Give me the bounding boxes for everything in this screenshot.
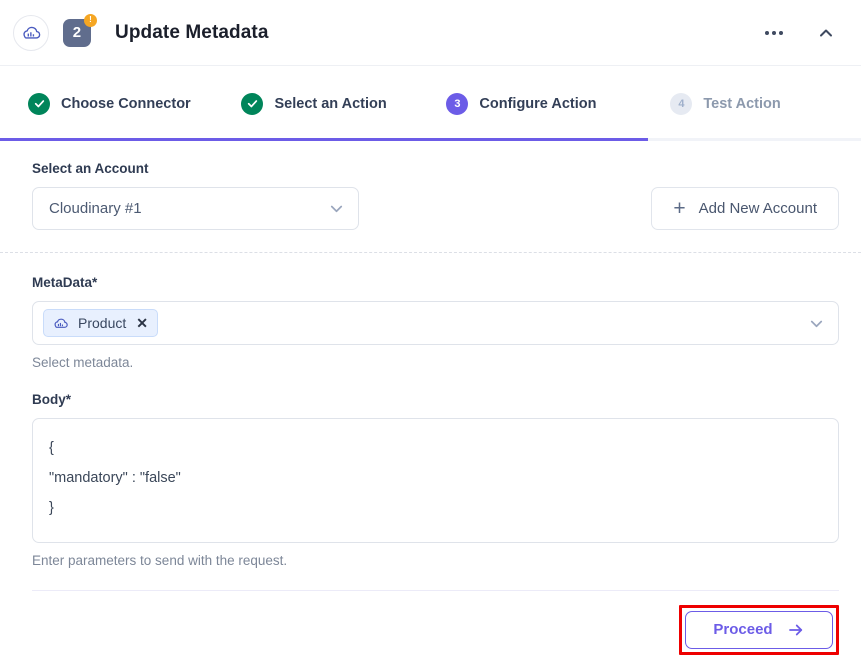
step-3-number: 3 bbox=[446, 92, 469, 115]
body-help-text: Enter parameters to send with the reques… bbox=[32, 553, 288, 568]
proceed-highlight-box: Proceed bbox=[679, 604, 839, 655]
body-label: Body* bbox=[32, 392, 72, 407]
app-header: 2 ! Update Metadata bbox=[0, 0, 861, 66]
cloudinary-cloud-icon bbox=[13, 14, 49, 51]
step-badge-wrapper: 2 ! bbox=[63, 13, 97, 47]
step-2-status-icon bbox=[241, 92, 264, 115]
page-title: Update Metadata bbox=[115, 21, 269, 43]
form-footer: Proceed bbox=[0, 591, 861, 658]
metadata-chip-label: Product bbox=[78, 315, 127, 331]
account-selected-value: Cloudinary #1 bbox=[49, 200, 142, 217]
account-field-group: Select an Account Cloudinary #1 bbox=[32, 161, 359, 230]
arrow-right-icon bbox=[787, 621, 805, 639]
info-badge-icon: ! bbox=[84, 13, 97, 27]
body-field-group: Body* { "mandatory" : "false" } Enter pa… bbox=[32, 392, 839, 568]
cloudinary-cloud-icon bbox=[52, 315, 69, 332]
step-select-an-action[interactable]: Select an Action bbox=[241, 92, 446, 115]
metadata-multiselect[interactable]: Product ✕ bbox=[32, 301, 839, 345]
add-new-account-label: Add New Account bbox=[698, 200, 817, 217]
proceed-label: Proceed bbox=[713, 621, 773, 638]
step-2-label: Select an Action bbox=[274, 95, 387, 112]
step-1-label: Choose Connector bbox=[61, 95, 191, 112]
account-section: Select an Account Cloudinary #1 + Add Ne… bbox=[0, 141, 861, 252]
header-actions bbox=[761, 20, 839, 46]
metadata-chip-product[interactable]: Product ✕ bbox=[43, 309, 158, 337]
plus-icon: + bbox=[673, 197, 686, 220]
account-select[interactable]: Cloudinary #1 bbox=[32, 187, 359, 230]
metadata-field-group: MetaData* Product ✕ Select metadata. bbox=[32, 275, 839, 370]
fields-section: MetaData* Product ✕ Select metadata. Bod… bbox=[0, 253, 861, 591]
step-1-status-icon bbox=[28, 92, 50, 115]
chevron-down-icon[interactable] bbox=[327, 199, 346, 218]
step-configure-action[interactable]: 3 Configure Action bbox=[446, 92, 670, 115]
stepper-progress bbox=[0, 138, 648, 141]
configure-action-form: Select an Account Cloudinary #1 + Add Ne… bbox=[0, 141, 861, 658]
step-choose-connector[interactable]: Choose Connector bbox=[28, 92, 241, 115]
step-4-label: Test Action bbox=[703, 95, 781, 112]
body-textarea[interactable]: { "mandatory" : "false" } bbox=[32, 418, 839, 543]
chevron-down-icon[interactable] bbox=[807, 314, 826, 333]
step-test-action[interactable]: 4 Test Action bbox=[670, 92, 861, 115]
metadata-label: MetaData* bbox=[32, 275, 98, 290]
wizard-stepper: Choose Connector Select an Action 3 Conf… bbox=[0, 66, 861, 141]
account-label: Select an Account bbox=[32, 161, 149, 176]
step-3-label: Configure Action bbox=[479, 95, 597, 112]
add-new-account-button[interactable]: + Add New Account bbox=[651, 187, 839, 230]
proceed-button[interactable]: Proceed bbox=[685, 610, 833, 649]
metadata-help-text: Select metadata. bbox=[32, 355, 134, 370]
chevron-up-icon[interactable] bbox=[813, 20, 839, 46]
ellipsis-icon[interactable] bbox=[761, 20, 787, 46]
step-4-number: 4 bbox=[670, 92, 693, 115]
close-icon[interactable]: ✕ bbox=[136, 316, 148, 330]
